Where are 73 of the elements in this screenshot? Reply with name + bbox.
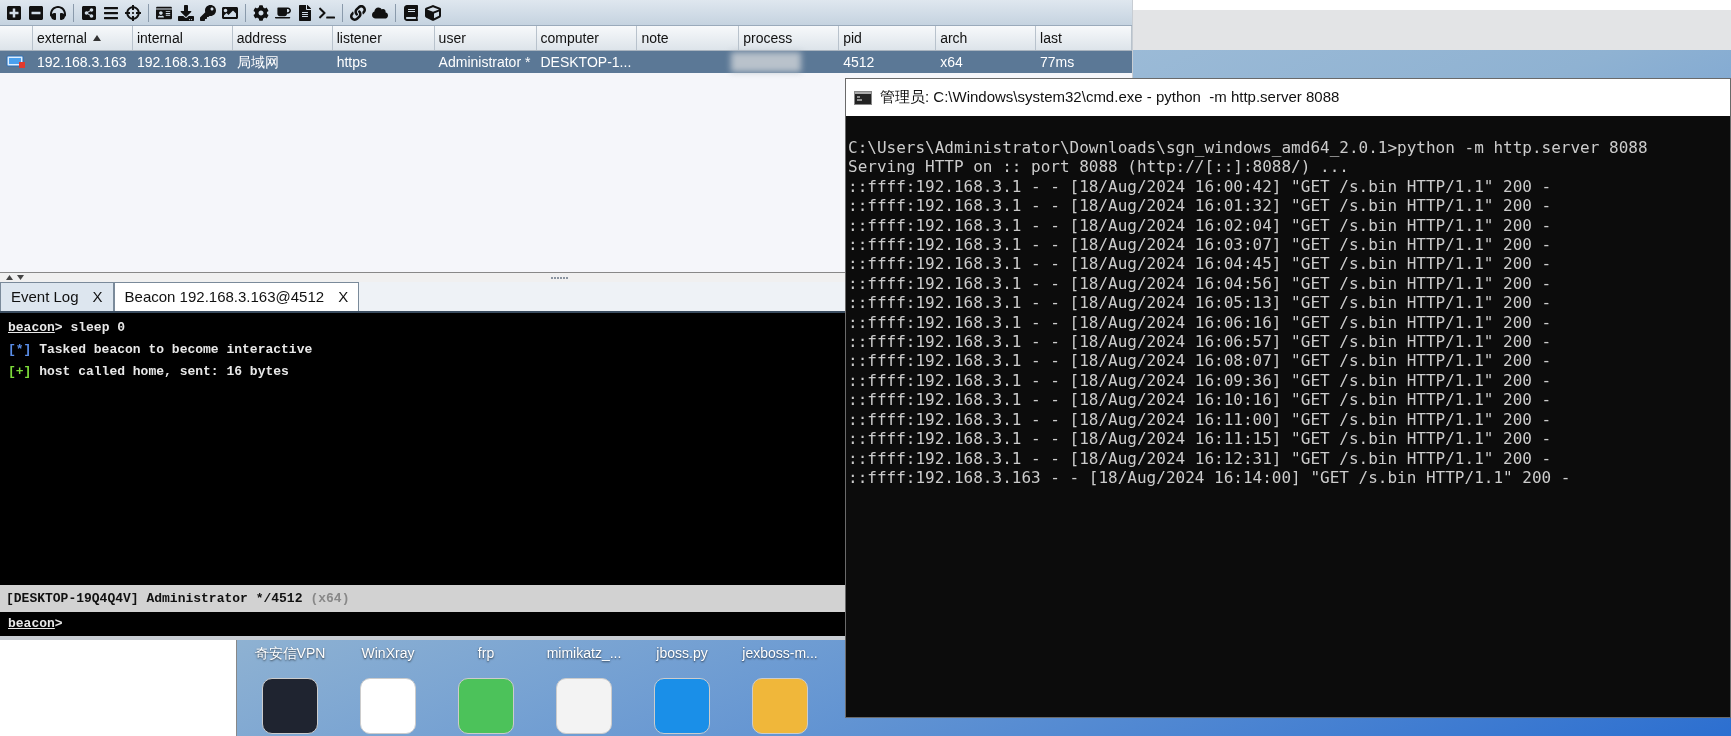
- command-prompt[interactable]: beacon>: [8, 614, 63, 634]
- column-header[interactable]: note: [637, 26, 740, 50]
- terminal-line: Serving HTTP on :: port 8088 (http://[::]:8088/) ...: [848, 157, 1350, 177]
- cloud-icon[interactable]: [372, 4, 388, 21]
- terminal-line: ::ffff:192.168.3.1 - - [18/Aug/2024 16:10:16] "GET /s.bin HTTP/1.1" 200 -: [848, 390, 1553, 410]
- image-icon[interactable]: [222, 4, 238, 21]
- table-cell: 4512: [843, 53, 875, 70]
- table-cell: 192.168.3.163: [36, 53, 127, 70]
- cube-icon[interactable]: [425, 4, 441, 21]
- arch-label: (x64): [310, 589, 350, 608]
- terminal-line: ::ffff:192.168.3.1 - - [18/Aug/2024 16:09:36] "GET /s.bin HTTP/1.1" 200 -: [848, 370, 1553, 391]
- terminal-line: ::ffff:192.168.3.1 - - [18/Aug/2024 16:05:13] "GET /s.bin HTTP/1.1" 200 -: [848, 293, 1553, 313]
- key-icon[interactable]: [200, 4, 216, 21]
- tab-close-button[interactable]: X: [338, 285, 349, 309]
- session-row[interactable]: 192.168.3.163 192.168.3.163 局域网 https Administrator * DESKTOP-1... 4512 x64 77ms: [0, 51, 1132, 73]
- column-header[interactable]: internal: [132, 26, 233, 50]
- terminal-line: ::ffff:192.168.3.1 - - [18/Aug/2024 16:08:07] "GET /s.bin HTTP/1.1" 200 -: [848, 351, 1553, 371]
- status-text: [DESKTOP-19Q4Q4V] Administrator */4512: [6, 589, 303, 608]
- column-header[interactable]: pid: [839, 26, 937, 50]
- column-header[interactable]: arch: [936, 26, 1037, 50]
- terminal-line: ::ffff:192.168.3.1 - - [18/Aug/2024 16:00:42] "GET /s.bin HTTP/1.1" 200 -: [848, 176, 1553, 197]
- table-cell: 77ms: [1040, 53, 1075, 70]
- tab-close-button[interactable]: X: [92, 285, 103, 309]
- share-nodes-icon[interactable]: [81, 4, 97, 21]
- sort-ascending-icon: [92, 35, 101, 41]
- app-icon[interactable]: [262, 678, 318, 734]
- tab[interactable]: Event Log X: [0, 282, 114, 311]
- terminal-line: C:\Users\Administrator\Downloads\sgn_windows_amd64_2.0.1>python -m http.server 8088: [848, 138, 1649, 158]
- tab[interactable]: Beacon 192.168.3.163@4512 X: [113, 282, 360, 311]
- headphones-icon[interactable]: [50, 4, 66, 21]
- book-icon[interactable]: [403, 4, 419, 21]
- terminal-line: ::ffff:192.168.3.1 - - [18/Aug/2024 16:12:31] "GET /s.bin HTTP/1.1" 200 -: [848, 448, 1553, 468]
- table-cell: 192.168.3.163: [136, 53, 227, 70]
- terminal-line: ::ffff:192.168.3.1 - - [18/Aug/2024 16:04:56] "GET /s.bin HTTP/1.1" 200 -: [848, 273, 1553, 294]
- collapse-up-icon[interactable]: [6, 275, 13, 280]
- console-line: beacon> sleep 0: [8, 319, 126, 337]
- column-header[interactable]: listener: [332, 26, 435, 50]
- terminal-line: ::ffff:192.168.3.1 - - [18/Aug/2024 16:11:00] "GET /s.bin HTTP/1.1" 200 -: [848, 409, 1553, 430]
- table-cell: 局域网: [236, 53, 279, 70]
- split-grip-icon[interactable]: [551, 275, 569, 280]
- console-line: [*] Tasked beacon to become interactive: [8, 341, 313, 359]
- terminal-line: ::ffff:192.168.3.1 - - [18/Aug/2024 16:06:57] "GET /s.bin HTTP/1.1" 200 -: [848, 332, 1553, 352]
- id-card-icon[interactable]: [156, 4, 172, 21]
- console-line: [+] host called home, sent: 16 bytes: [8, 363, 289, 381]
- column-header[interactable]: address: [232, 26, 333, 50]
- collapse-down-icon[interactable]: [17, 275, 24, 280]
- terminal-line: ::ffff:192.168.3.1 - - [18/Aug/2024 16:06:16] "GET /s.bin HTTP/1.1" 200 -: [848, 312, 1553, 333]
- terminal-line: ::ffff:192.168.3.1 - - [18/Aug/2024 16:11:15] "GET /s.bin HTTP/1.1" 200 -: [848, 429, 1553, 449]
- settings-icon[interactable]: [253, 4, 269, 21]
- table-cell: x64: [940, 53, 963, 70]
- terminal-icon: [854, 90, 872, 105]
- terminal-line: ::ffff:192.168.3.1 - - [18/Aug/2024 16:03:07] "GET /s.bin HTTP/1.1" 200 -: [848, 235, 1553, 255]
- terminal-line: ::ffff:192.168.3.1 - - [18/Aug/2024 16:02:04] "GET /s.bin HTTP/1.1" 200 -: [848, 215, 1553, 236]
- blurred-region: [731, 52, 802, 72]
- table-cell: DESKTOP-1...: [540, 53, 632, 70]
- computer-icon: [6, 55, 27, 69]
- terminal-line: ::ffff:192.168.3.163 - - [18/Aug/2024 16:14:00] "GET /s.bin HTTP/1.1" 200 -: [848, 467, 1572, 488]
- column-header[interactable]: external: [32, 26, 133, 50]
- download-icon[interactable]: [178, 4, 194, 21]
- table-cell: Administrator *: [438, 53, 531, 70]
- column-header[interactable]: process: [739, 26, 840, 50]
- column-header[interactable]: computer: [536, 26, 638, 50]
- link-icon[interactable]: [350, 4, 366, 21]
- coffee-cup-icon[interactable]: [275, 4, 291, 21]
- column-header[interactable]: user: [434, 26, 537, 50]
- window-title: 管理员: C:\Windows\system32\cmd.exe - python -m http.server 8088: [880, 87, 1340, 108]
- menu-icon[interactable]: [103, 4, 119, 21]
- table-cell: https: [336, 53, 368, 70]
- crosshair-icon[interactable]: [125, 4, 141, 21]
- terminal-line: ::ffff:192.168.3.1 - - [18/Aug/2024 16:04:45] "GET /s.bin HTTP/1.1" 200 -: [848, 254, 1553, 274]
- terminal-line: ::ffff:192.168.3.1 - - [18/Aug/2024 16:01:32] "GET /s.bin HTTP/1.1" 200 -: [848, 196, 1553, 216]
- column-header[interactable]: last: [1036, 26, 1132, 50]
- document-icon[interactable]: [297, 4, 313, 21]
